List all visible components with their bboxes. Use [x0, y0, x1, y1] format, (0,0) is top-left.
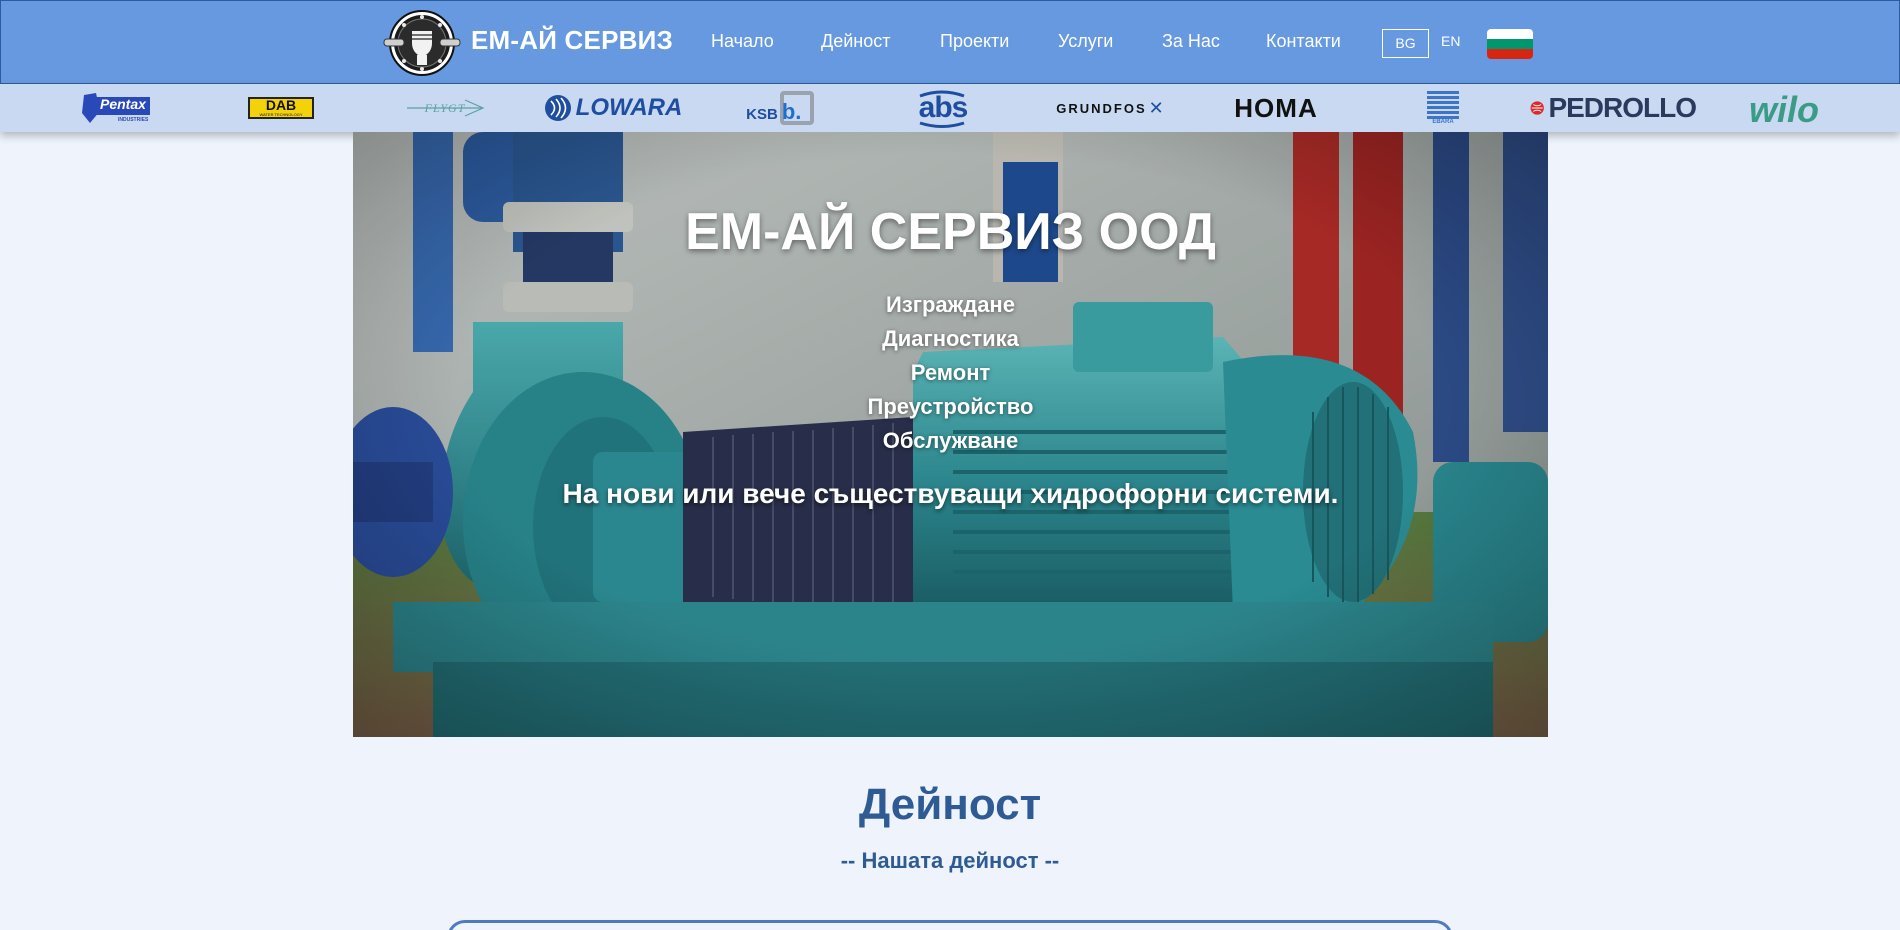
brand-logo-ksb-text: KSB	[746, 105, 778, 123]
activity-card	[447, 920, 1453, 930]
brand-logo-homa-text: HOMA	[1234, 92, 1318, 123]
menu-item-about[interactable]: За Нас	[1162, 31, 1220, 52]
brand-logo-pentax-sub: INDUSTRIES	[118, 117, 149, 123]
hero-line-maintenance: Обслужване	[882, 428, 1019, 453]
section-title: Дейност	[858, 780, 1042, 829]
brand-logo-pedrollo-text: PEDROLLO	[1548, 92, 1697, 123]
lang-bg-button[interactable]: BG	[1382, 29, 1429, 58]
brand-logo-grundfos[interactable]: GRUNDFOS ✕	[1043, 84, 1177, 132]
hero-line-repair: Ремонт	[910, 360, 991, 385]
hero-services-list: Изграждане Диагностика Ремонт Преустройс…	[353, 288, 1548, 458]
hero-banner: ЕМ-АЙ СЕРВИЗ ООД Изграждане Диагностика …	[353, 132, 1548, 737]
logo-icon[interactable]	[382, 9, 462, 77]
brand-logo-pedrollo[interactable]: PEDROLLO	[1530, 84, 1697, 132]
hero-tagline: На нови или вече съществуващи хидрофорни…	[562, 478, 1339, 509]
ebara-stripes-icon	[1427, 91, 1459, 119]
menu-item-services[interactable]: Услуги	[1058, 31, 1113, 52]
lang-en-button[interactable]: EN	[1441, 33, 1460, 49]
brand-logo-pentax[interactable]: Pentax INDUSTRIES	[80, 84, 152, 132]
brand-logo-dab-sub: WATER TECHNOLOGY	[259, 112, 303, 117]
menu-item-projects[interactable]: Проекти	[940, 31, 1009, 52]
section-subtitle: -- Нашата дейност --	[840, 848, 1060, 873]
brand-logo-homa[interactable]: HOMA	[1228, 84, 1324, 132]
top-navbar: ЕМ-АЙ СЕРВИЗ Начало Дейност Проекти Услу…	[0, 0, 1900, 84]
grundfos-x-icon: ✕	[1148, 97, 1164, 118]
hero-title: ЕМ-АЙ СЕРВИЗ ООД	[685, 203, 1216, 261]
brand-logo-grundfos-text: GRUNDFOS	[1056, 100, 1147, 116]
bulgaria-flag-icon[interactable]	[1487, 29, 1533, 59]
brand-logo-wilo[interactable]: wilo	[1744, 84, 1824, 132]
hero-line-build: Изграждане	[886, 292, 1015, 317]
menu-item-activity[interactable]: Дейност	[821, 31, 890, 52]
brand-logo-lowara[interactable]: LOWARA	[540, 84, 686, 132]
brand-logo-ksb-mark: b.	[781, 99, 802, 124]
brand-logo-dab[interactable]: DAB WATER TECHNOLOGY	[246, 84, 316, 132]
hero-line-diagnostics: Диагностика	[882, 326, 1019, 351]
brand-logo-pentax-text: Pentax	[100, 96, 146, 112]
hero-line-rebuild: Преустройство	[867, 394, 1034, 419]
menu-item-home[interactable]: Начало	[711, 31, 774, 52]
brand-logo-ebara[interactable]: EBARA	[1424, 84, 1462, 132]
menu-item-contacts[interactable]: Контакти	[1266, 31, 1341, 52]
brand-logo-flygt-text: FLYGT	[424, 100, 466, 115]
brand-logo-dab-text: DAB	[265, 97, 297, 113]
brand-name[interactable]: ЕМ-АЙ СЕРВИЗ	[471, 25, 673, 56]
brands-strip: Pentax INDUSTRIES DAB WATER TECHNOLOGY F…	[0, 84, 1900, 132]
brand-logo-abs-text: abs	[918, 91, 969, 124]
brand-logo-lowara-text: LOWARA	[575, 94, 683, 121]
brand-logo-ebara-text: EBARA	[1432, 119, 1454, 125]
brand-logo-wilo-text: wilo	[1749, 89, 1819, 130]
brand-logo-ksb[interactable]: KSB b.	[740, 84, 820, 132]
brand-logo-flygt[interactable]: FLYGT	[405, 84, 485, 132]
brand-logo-abs[interactable]: abs	[912, 84, 974, 132]
